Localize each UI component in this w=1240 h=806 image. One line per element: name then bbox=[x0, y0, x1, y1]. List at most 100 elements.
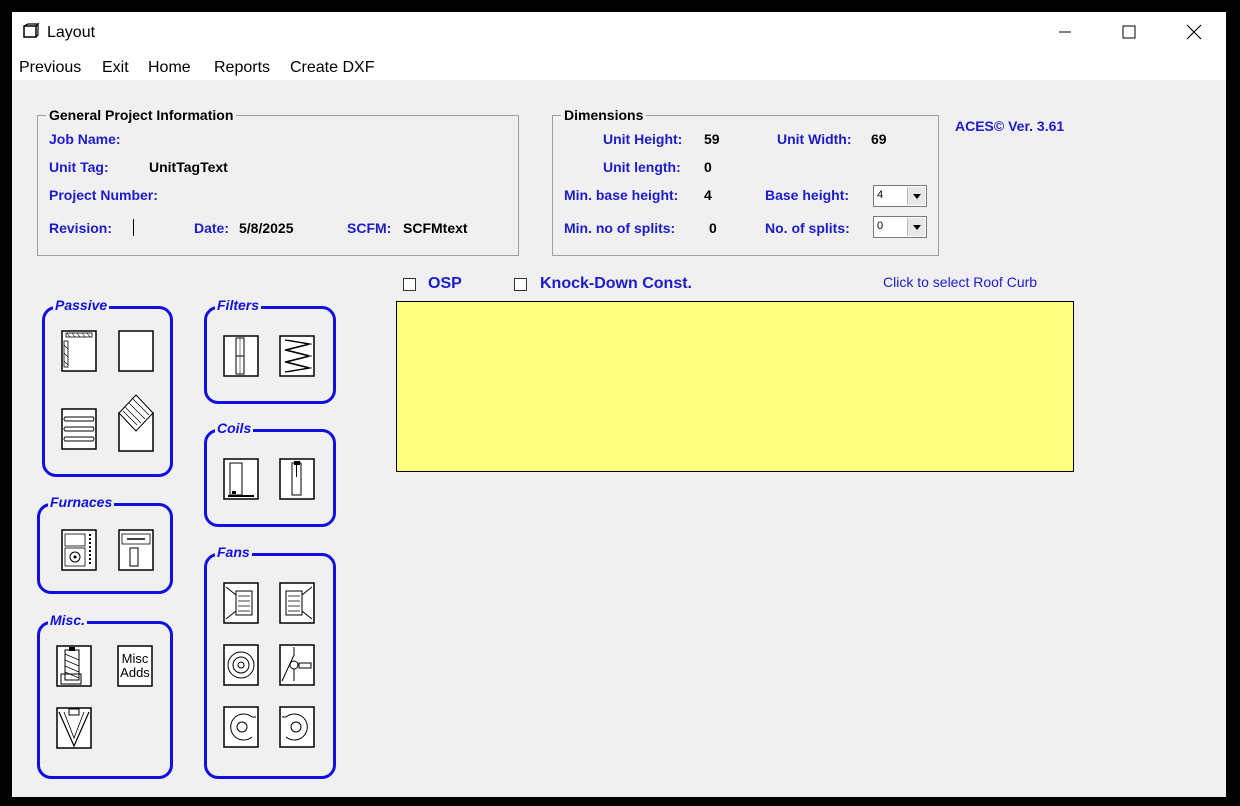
title-bar: Layout bbox=[12, 12, 1226, 52]
roof-curb-area[interactable] bbox=[396, 301, 1074, 472]
unit-height-value: 59 bbox=[704, 131, 720, 147]
misc-3-button[interactable] bbox=[55, 706, 93, 750]
passive-section-3-icon bbox=[61, 408, 97, 450]
client-area: General Project Information Job Name: Un… bbox=[12, 80, 1226, 797]
passive-section-1-icon bbox=[61, 330, 97, 372]
select-roof-curb-link[interactable]: Click to select Roof Curb bbox=[883, 274, 1037, 290]
unit-length-label: Unit length: bbox=[603, 159, 681, 175]
base-height-label: Base height: bbox=[765, 187, 850, 203]
flat-filter-icon bbox=[223, 335, 259, 377]
fan-5-button[interactable] bbox=[222, 705, 260, 749]
furnaces-palette-title: Furnaces bbox=[48, 494, 115, 510]
window-title: Layout bbox=[47, 24, 96, 41]
general-project-info-legend: General Project Information bbox=[46, 107, 237, 123]
misc-1-icon bbox=[56, 645, 92, 687]
passive-palette-title: Passive bbox=[53, 297, 110, 313]
fan-3-icon bbox=[223, 644, 259, 686]
misc-adds-button[interactable]: Misc Adds bbox=[116, 644, 154, 688]
date-label: Date: bbox=[194, 220, 230, 236]
maximize-button[interactable] bbox=[1106, 12, 1152, 52]
misc-adds-line2: Adds bbox=[120, 665, 150, 680]
fan-3-button[interactable] bbox=[222, 643, 260, 687]
flat-filter-button[interactable] bbox=[222, 334, 260, 378]
knockdown-checkbox[interactable] bbox=[514, 278, 527, 291]
knockdown-label[interactable]: Knock-Down Const. bbox=[540, 275, 692, 293]
scfm-value: SCFMtext bbox=[403, 220, 468, 236]
coil-1-button[interactable] bbox=[222, 457, 260, 501]
app-icon bbox=[22, 22, 40, 41]
splits-label: No. of splits: bbox=[765, 220, 850, 236]
coils-palette: Coils bbox=[204, 420, 336, 527]
menu-bar: Previous Exit Home Reports Create DXF bbox=[12, 52, 1226, 80]
coil-2-button[interactable] bbox=[278, 457, 316, 501]
osp-checkbox[interactable] bbox=[403, 278, 416, 291]
furnace-2-icon bbox=[118, 529, 154, 571]
base-height-select[interactable]: 4 bbox=[873, 185, 927, 207]
min-splits-label: Min. no of splits: bbox=[564, 220, 676, 236]
maximize-icon bbox=[1122, 25, 1136, 39]
fan-1-button[interactable] bbox=[222, 581, 260, 625]
project-number-label: Project Number: bbox=[49, 187, 158, 203]
job-name-label: Job Name: bbox=[49, 131, 121, 147]
menu-reports[interactable]: Reports bbox=[214, 59, 270, 77]
menu-previous[interactable]: Previous bbox=[19, 59, 81, 77]
fan-5-icon bbox=[223, 706, 259, 748]
misc-adds-line1: Misc bbox=[122, 651, 149, 666]
menu-exit[interactable]: Exit bbox=[102, 59, 129, 77]
pleated-filter-button[interactable] bbox=[278, 334, 316, 378]
layout-window: Layout Previous Exit Home Reports Create… bbox=[12, 12, 1226, 797]
filters-palette: Filters bbox=[204, 297, 336, 404]
revision-text-caret bbox=[133, 219, 134, 236]
fan-1-icon bbox=[223, 582, 259, 624]
fan-4-icon bbox=[279, 644, 315, 686]
misc-palette: Misc. Misc Adds bbox=[37, 612, 173, 779]
dimensions-group: Dimensions Unit Height: 59 Unit Width: 6… bbox=[552, 107, 939, 256]
filters-palette-title: Filters bbox=[215, 297, 262, 313]
fan-6-button[interactable] bbox=[278, 705, 316, 749]
unit-height-label: Unit Height: bbox=[603, 131, 683, 147]
unit-tag-label: Unit Tag: bbox=[49, 159, 109, 175]
dimensions-legend: Dimensions bbox=[561, 107, 647, 123]
min-base-height-value: 4 bbox=[704, 187, 712, 203]
furnaces-palette: Furnaces bbox=[37, 494, 173, 594]
unit-width-value: 69 bbox=[871, 131, 887, 147]
minimize-button[interactable] bbox=[1042, 12, 1088, 52]
passive-section-4-button[interactable] bbox=[117, 391, 155, 452]
furnace-2-button[interactable] bbox=[117, 528, 155, 572]
passive-section-4-icon bbox=[118, 394, 154, 452]
fan-4-button[interactable] bbox=[278, 643, 316, 687]
base-height-dropdown-button[interactable] bbox=[907, 187, 925, 205]
menu-home[interactable]: Home bbox=[148, 59, 191, 77]
chevron-down-icon bbox=[912, 193, 921, 199]
fan-2-icon bbox=[279, 582, 315, 624]
unit-tag-value: UnitTagText bbox=[149, 159, 228, 175]
furnace-1-icon bbox=[61, 529, 97, 571]
furnace-1-button[interactable] bbox=[60, 528, 98, 572]
general-project-info-group: General Project Information Job Name: Un… bbox=[37, 107, 519, 256]
blank-section-button[interactable] bbox=[117, 329, 155, 373]
passive-palette: Passive bbox=[42, 297, 173, 477]
misc-1-button[interactable] bbox=[55, 644, 93, 688]
menu-create-dxf[interactable]: Create DXF bbox=[290, 59, 374, 77]
misc-3-icon bbox=[56, 707, 92, 749]
revision-label: Revision: bbox=[49, 220, 113, 236]
unit-length-value: 0 bbox=[704, 159, 712, 175]
fan-2-button[interactable] bbox=[278, 581, 316, 625]
osp-label[interactable]: OSP bbox=[428, 275, 462, 293]
version-label: ACES© Ver. 3.61 bbox=[955, 118, 1065, 134]
min-splits-value: 0 bbox=[709, 220, 717, 236]
coil-2-icon bbox=[279, 458, 315, 500]
coil-1-icon bbox=[223, 458, 259, 500]
blank-section-icon bbox=[118, 330, 154, 372]
splits-select-value: 0 bbox=[877, 220, 884, 232]
fans-palette: Fans bbox=[204, 544, 336, 779]
splits-dropdown-button[interactable] bbox=[907, 218, 925, 236]
fans-palette-title: Fans bbox=[215, 544, 252, 560]
unit-width-label: Unit Width: bbox=[777, 131, 852, 147]
passive-section-3-button[interactable] bbox=[60, 407, 98, 451]
splits-select[interactable]: 0 bbox=[873, 216, 927, 238]
passive-section-1-button[interactable] bbox=[60, 329, 98, 373]
pleated-filter-icon bbox=[279, 335, 315, 377]
base-height-select-value: 4 bbox=[877, 189, 884, 201]
close-button[interactable] bbox=[1171, 12, 1217, 52]
